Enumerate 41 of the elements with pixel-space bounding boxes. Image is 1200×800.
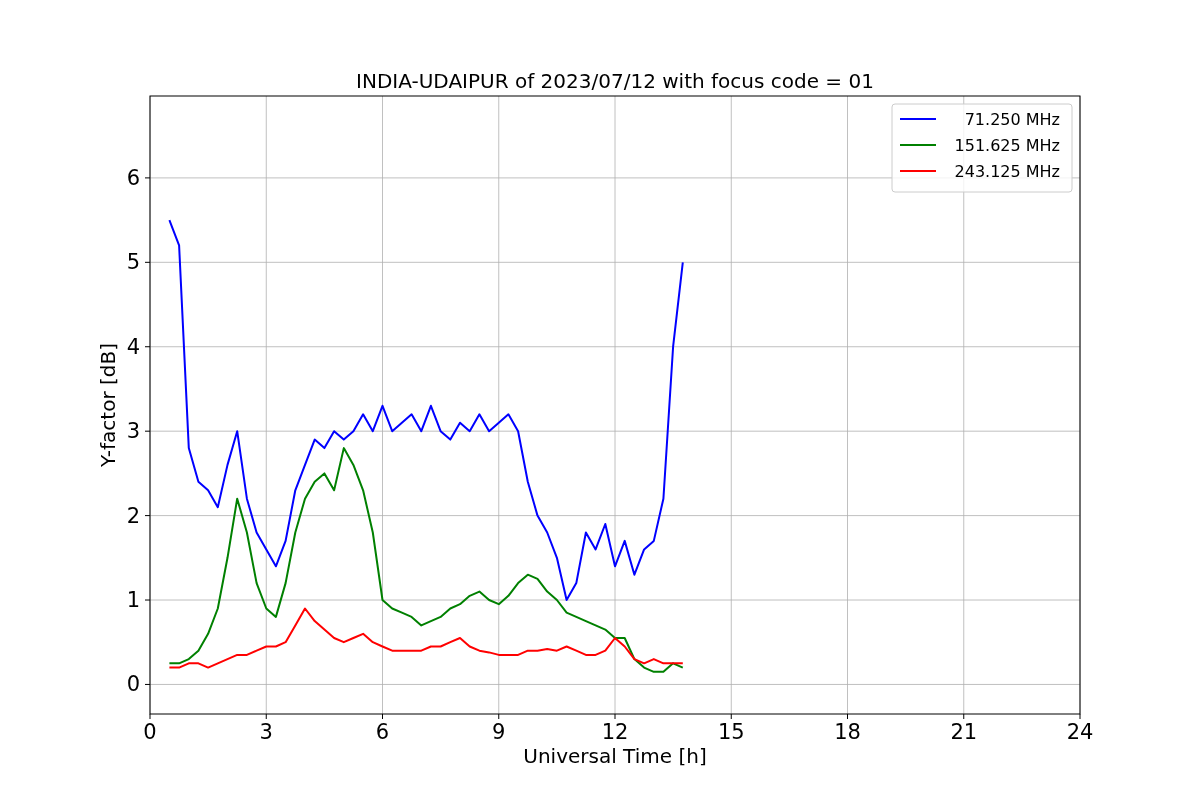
x-tick-label: 18 — [834, 720, 861, 744]
legend-label: 71.250 MHz — [964, 110, 1060, 129]
y-tick-label: 5 — [126, 250, 140, 275]
x-tick-mark — [847, 713, 848, 720]
x-tick-label: 9 — [492, 720, 506, 744]
y-tick-mark — [144, 430, 151, 432]
x-tick-mark — [382, 713, 383, 720]
y-tick-mark — [144, 515, 151, 517]
chart-title: INDIA-UDAIPUR of 2023/07/12 with focus code = 01 — [356, 69, 874, 93]
y-tick-mark — [144, 683, 151, 685]
y-tick-label: 4 — [126, 334, 140, 359]
x-tick-label: 12 — [601, 720, 629, 744]
y-tick-label: 3 — [126, 419, 140, 444]
y-tick-label: 6 — [126, 165, 140, 190]
x-tick-label: 3 — [259, 720, 273, 744]
x-axis-label: Universal Time [h] — [523, 744, 707, 768]
x-tick-mark — [149, 713, 151, 720]
x-tick-label: 15 — [717, 720, 745, 744]
y-tick-mark — [144, 346, 151, 348]
legend-line-icon — [899, 170, 937, 172]
x-tick-mark — [498, 713, 500, 720]
legend-label: 243.125 MHz — [954, 162, 1060, 181]
x-tick-mark — [730, 713, 732, 720]
legend-line-icon — [899, 144, 937, 146]
x-tick-label: 6 — [375, 720, 390, 744]
x-tick-label: 24 — [1066, 720, 1094, 744]
x-tick-mark — [1079, 713, 1081, 720]
y-tick-label: 1 — [126, 588, 140, 612]
x-tick-mark — [963, 713, 965, 720]
y-tick-mark — [144, 599, 151, 601]
x-tick-mark — [265, 713, 267, 720]
x-tick-label: 0 — [143, 720, 157, 744]
x-tick-label: 21 — [950, 720, 978, 744]
y-tick-label: 0 — [126, 672, 140, 697]
x-tick-mark — [614, 713, 616, 720]
y-tick-mark — [144, 261, 151, 263]
y-tick-label: 2 — [126, 503, 140, 528]
y-tick-mark — [144, 177, 151, 179]
legend-line-icon — [899, 118, 937, 120]
legend-label: 151.625 MHz — [954, 136, 1060, 155]
y-axis-label: Y-factor [dB] — [96, 343, 120, 467]
